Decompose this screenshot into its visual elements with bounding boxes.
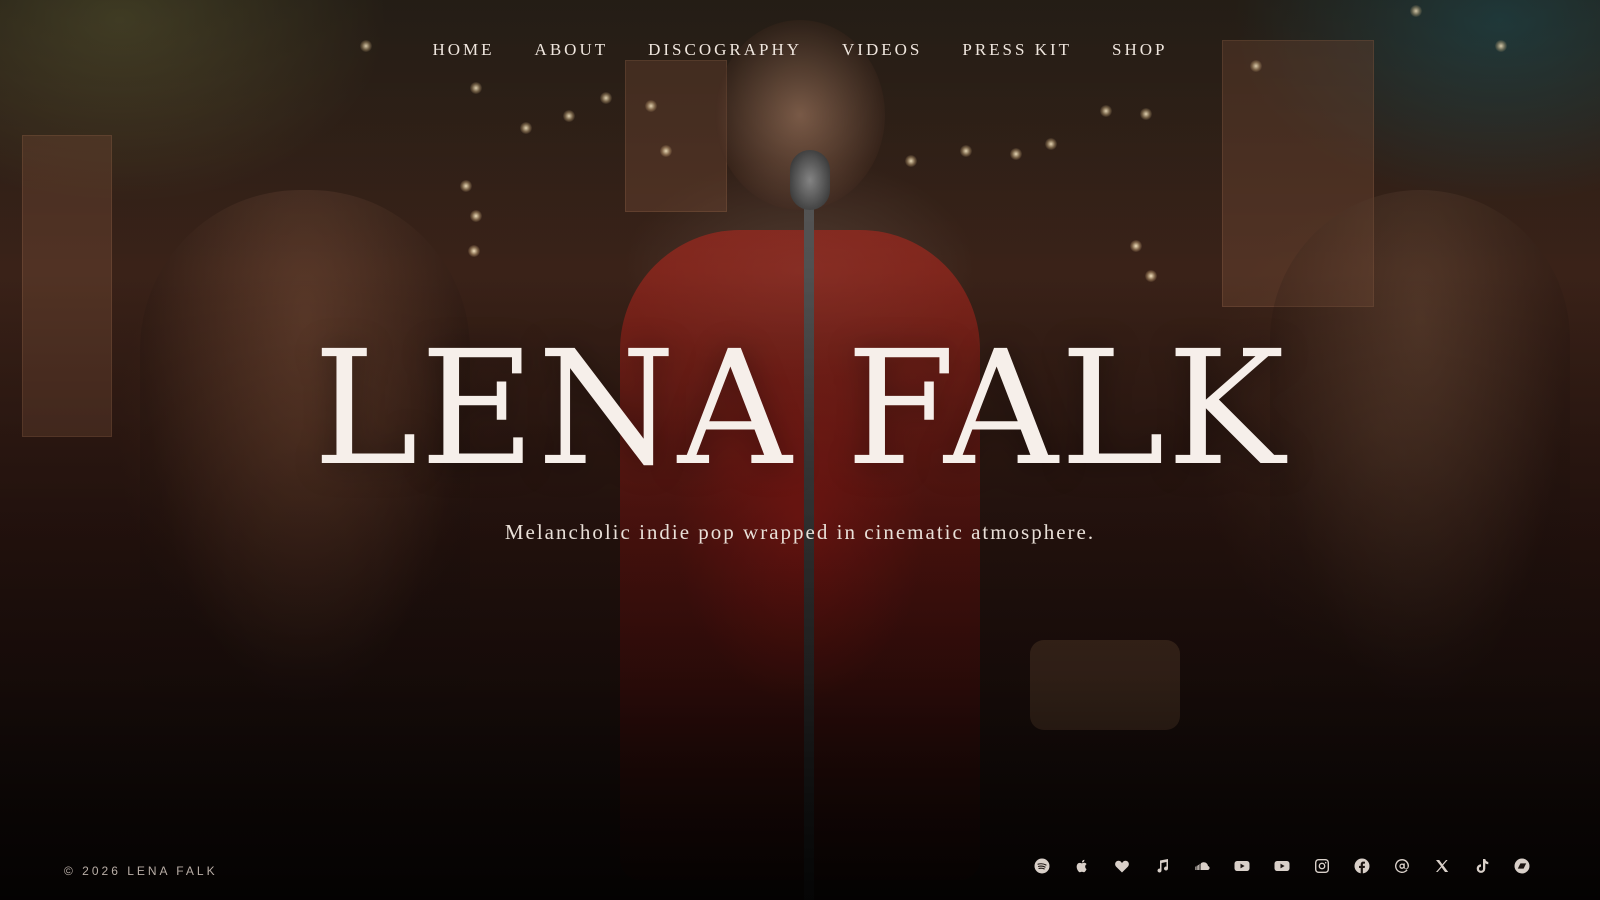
heart-icon[interactable]: [1112, 856, 1132, 876]
artist-tagline: Melancholic indie pop wrapped in cinemat…: [504, 520, 1096, 544]
facebook-icon[interactable]: [1352, 856, 1372, 876]
youtube-icon[interactable]: [1232, 856, 1252, 876]
youtube-music-icon[interactable]: [1272, 856, 1292, 876]
x-icon[interactable]: [1432, 856, 1452, 876]
nav-press-kit[interactable]: PRESS KIT: [962, 40, 1072, 60]
bandcamp-icon[interactable]: [1512, 856, 1532, 876]
spotify-icon[interactable]: [1032, 856, 1052, 876]
music-note-icon[interactable]: [1152, 856, 1172, 876]
nav-shop[interactable]: SHOP: [1112, 40, 1167, 60]
artist-name-title: LENA FALK: [313, 317, 1287, 501]
nav-discography[interactable]: DISCOGRAPHY: [648, 40, 802, 60]
soundcloud-icon[interactable]: [1192, 856, 1212, 876]
instagram-icon[interactable]: [1312, 856, 1332, 876]
social-links: [1032, 856, 1532, 876]
threads-icon[interactable]: [1392, 856, 1412, 876]
nav-home[interactable]: HOME: [432, 40, 494, 60]
footer-copyright: © 2026 LENA FALK: [64, 864, 218, 878]
nav-about[interactable]: ABOUT: [535, 40, 609, 60]
nav-videos[interactable]: VIDEOS: [842, 40, 922, 60]
tiktok-icon[interactable]: [1472, 856, 1492, 876]
apple-music-icon[interactable]: [1072, 856, 1092, 876]
main-nav: HOME ABOUT DISCOGRAPHY VIDEOS PRESS KIT …: [0, 40, 1600, 60]
